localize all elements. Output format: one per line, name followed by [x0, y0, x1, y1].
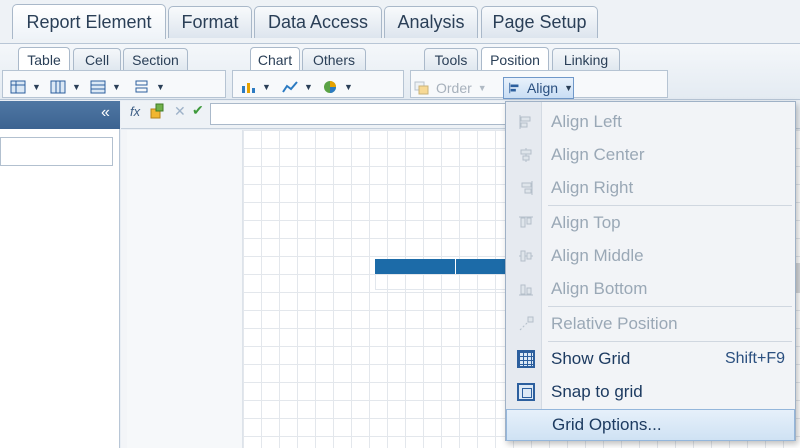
- align-icon: [509, 82, 519, 94]
- validate-formula-icon[interactable]: ✔: [192, 102, 204, 119]
- line-chart-icon: [282, 81, 298, 93]
- row-icon: [90, 80, 106, 94]
- align-right-icon: [516, 178, 536, 198]
- menu-separator: [548, 205, 792, 206]
- tab-format[interactable]: Format: [168, 6, 252, 38]
- menu-item-align-top[interactable]: Align Top: [506, 207, 795, 239]
- menu-item-align-left[interactable]: Align Left: [506, 106, 795, 138]
- variable-editor-icon[interactable]: [150, 103, 164, 119]
- menu-item-grid-options[interactable]: Grid Options...: [506, 409, 795, 441]
- menu-item-relative-position[interactable]: Relative Position: [506, 308, 795, 340]
- formula-input[interactable]: [210, 103, 510, 125]
- section-icon: [135, 80, 148, 93]
- subtab-tools[interactable]: Tools: [424, 48, 478, 71]
- left-panel-search-input[interactable]: [0, 137, 113, 166]
- selected-cell[interactable]: [375, 259, 455, 274]
- shortcut-label: Shift+F9: [724, 350, 785, 367]
- menu-item-show-grid[interactable]: Show Grid Shift+F9: [506, 343, 795, 375]
- insert-row-button[interactable]: ▼: [90, 78, 121, 96]
- menu-separator: [548, 341, 792, 342]
- selected-cell[interactable]: [456, 259, 506, 274]
- menu-item-label: Align Top: [551, 213, 621, 232]
- menu-item-label: Show Grid: [551, 349, 631, 368]
- chevron-down-icon: ▼: [564, 83, 573, 93]
- chevron-down-icon: ▼: [112, 82, 121, 92]
- align-bottom-icon: [516, 279, 536, 299]
- order-label: Order: [436, 80, 472, 96]
- snap-icon: [516, 382, 536, 402]
- order-icon: [414, 81, 429, 95]
- menu-item-label: Snap to grid: [551, 382, 643, 401]
- tab-data-access[interactable]: Data Access: [254, 6, 382, 38]
- subtab-cell[interactable]: Cell: [73, 48, 121, 71]
- menu-item-align-middle[interactable]: Align Middle: [506, 240, 795, 272]
- align-middle-icon: [516, 246, 536, 266]
- tab-page-setup[interactable]: Page Setup: [481, 6, 598, 38]
- table-icon: [10, 80, 26, 94]
- grid-icon: [516, 349, 536, 369]
- line-chart-button[interactable]: ▼: [282, 78, 313, 96]
- subtab-others[interactable]: Others: [302, 48, 366, 71]
- subtab-linking[interactable]: Linking: [552, 48, 620, 71]
- chevron-down-icon: ▼: [156, 82, 165, 92]
- menu-item-label: Align Center: [551, 145, 645, 164]
- menu-item-snap-to-grid[interactable]: Snap to grid: [506, 376, 795, 408]
- align-button[interactable]: Align ▼: [503, 77, 574, 99]
- formula-editor-button[interactable]: fx: [130, 104, 140, 119]
- subtab-chart[interactable]: Chart: [250, 47, 300, 72]
- relative-position-icon: [516, 314, 536, 334]
- insert-column-button[interactable]: ▼: [50, 78, 81, 96]
- menu-item-label: Grid Options...: [552, 415, 662, 434]
- menu-item-label: Align Right: [551, 178, 634, 197]
- menu-item-label: Align Left: [551, 112, 622, 131]
- pie-chart-icon: [324, 81, 336, 93]
- column-icon: [50, 80, 66, 94]
- order-button[interactable]: Order ▼: [414, 78, 487, 98]
- align-top-icon: [516, 213, 536, 233]
- page-margin: [127, 130, 243, 448]
- cancel-formula-icon[interactable]: ✕: [174, 103, 186, 120]
- menu-item-label: Relative Position: [551, 314, 678, 333]
- section-button[interactable]: ▼: [134, 78, 165, 96]
- insert-table-button[interactable]: ▼: [10, 78, 41, 96]
- subtab-section[interactable]: Section: [123, 48, 188, 71]
- tab-analysis[interactable]: Analysis: [384, 6, 478, 38]
- chevron-down-icon: ▼: [262, 82, 271, 92]
- align-center-icon: [516, 145, 536, 165]
- menu-item-align-bottom[interactable]: Align Bottom: [506, 273, 795, 305]
- menu-item-align-center[interactable]: Align Center: [506, 139, 795, 171]
- chevron-down-icon: ▼: [32, 82, 41, 92]
- menu-item-align-right[interactable]: Align Right: [506, 172, 795, 204]
- chevron-down-icon: ▼: [477, 83, 487, 93]
- tab-report-element[interactable]: Report Element: [12, 4, 166, 39]
- menu-separator: [548, 306, 792, 307]
- bar-chart-icon: [242, 83, 255, 93]
- chevron-down-icon: ▼: [72, 82, 81, 92]
- menu-item-label: Align Middle: [551, 246, 644, 265]
- chevron-down-icon: ▼: [304, 82, 313, 92]
- collapse-panel-icon[interactable]: «: [101, 104, 110, 122]
- chevron-down-icon: ▼: [344, 82, 353, 92]
- align-left-icon: [516, 112, 536, 132]
- subtab-table[interactable]: Table: [18, 47, 70, 72]
- align-label: Align: [526, 80, 559, 96]
- subtab-position[interactable]: Position: [481, 47, 549, 72]
- pie-chart-button[interactable]: ▼: [322, 78, 353, 96]
- bar-chart-button[interactable]: ▼: [240, 78, 271, 96]
- menu-item-label: Align Bottom: [551, 279, 648, 298]
